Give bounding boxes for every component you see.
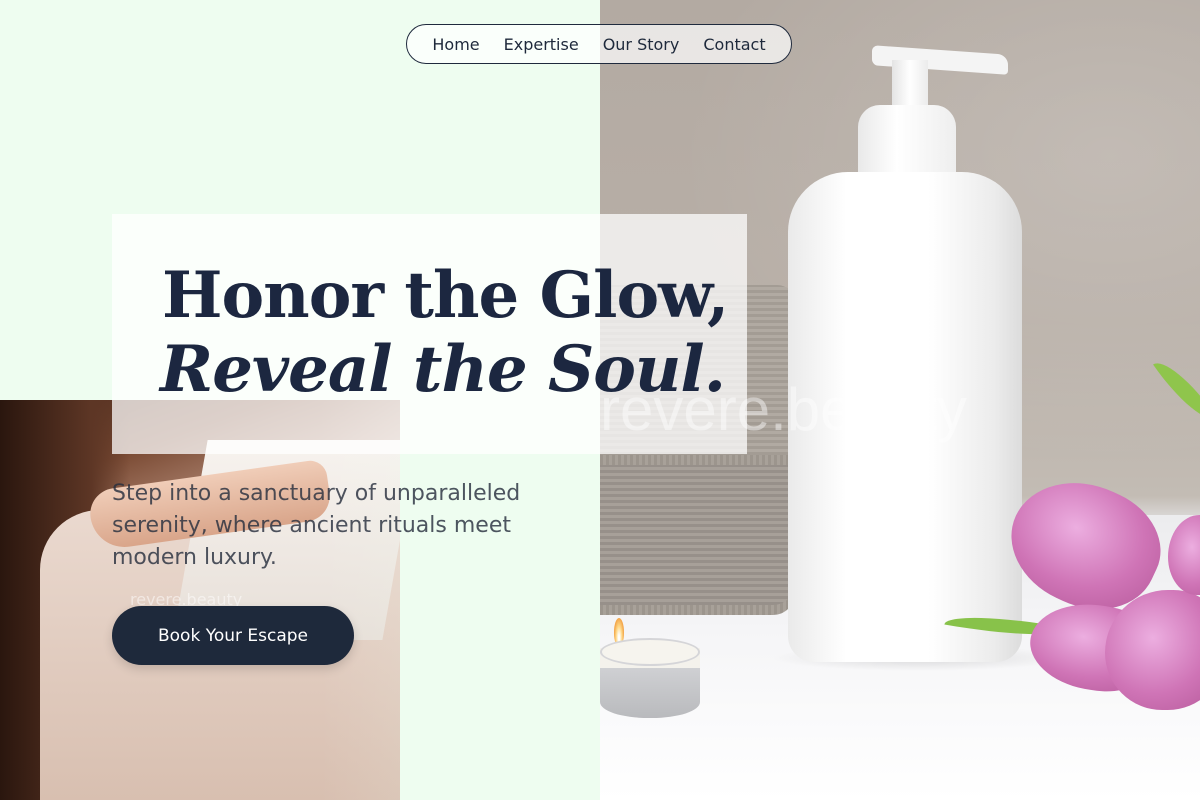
candle-wax xyxy=(600,638,700,666)
top-navigation: Home Expertise Our Story Contact xyxy=(406,24,792,64)
nav-our-story-link[interactable]: Our Story xyxy=(603,35,680,54)
hero-description: Step into a sanctuary of unparalleled se… xyxy=(112,481,521,570)
tealight-candle xyxy=(600,618,700,720)
nav-home-link[interactable]: Home xyxy=(432,35,479,54)
nav-contact-link[interactable]: Contact xyxy=(703,35,765,54)
book-escape-button[interactable]: Book Your Escape xyxy=(112,606,354,665)
hero-title-line1: Honor the Glow, xyxy=(162,258,729,333)
nav-expertise-link[interactable]: Expertise xyxy=(504,35,579,54)
hero-title-line2: Reveal the Soul. xyxy=(160,332,726,407)
